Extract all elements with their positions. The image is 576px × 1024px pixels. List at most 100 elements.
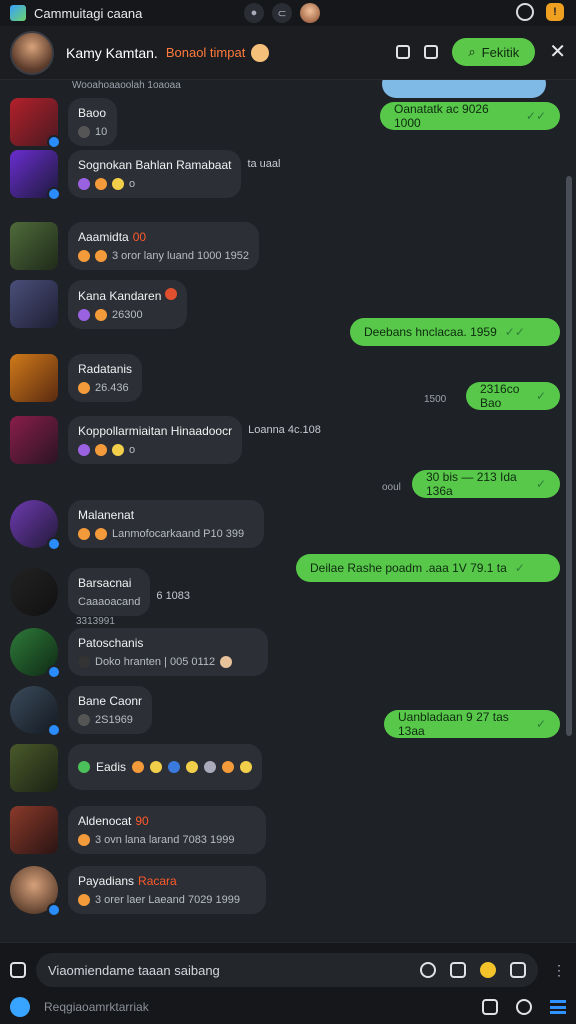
menu-icon[interactable] <box>550 1000 566 1014</box>
contact-avatar[interactable] <box>10 30 54 75</box>
search-button[interactable]: ⌕ Fekitik <box>452 38 536 66</box>
profile-icon[interactable]: ⊂ <box>272 3 292 23</box>
info-icon[interactable] <box>516 999 532 1015</box>
message-text: Caaaoacand <box>78 596 141 608</box>
avatar <box>10 98 61 149</box>
list-item[interactable]: Radatanis 26.436 <box>10 354 143 402</box>
avatar <box>10 500 61 551</box>
sender-name: Aaamidta <box>78 230 129 244</box>
message-bubble[interactable]: Bane Caonr 2S1969 <box>68 686 153 734</box>
emoji-icon[interactable] <box>10 962 26 978</box>
list-item[interactable]: Koppollarmiaitan Hinaadoocr o Loanna 4c.… <box>10 416 321 464</box>
subtext: 3313991 <box>76 616 115 627</box>
close-icon[interactable]: ✕ <box>549 42 566 62</box>
message-bubble[interactable]: Eadis <box>68 744 263 790</box>
lock-icon[interactable] <box>424 45 439 59</box>
list-item[interactable]: Eadis <box>10 744 263 792</box>
avatar <box>10 866 61 917</box>
list-item[interactable]: Aaamidta 00 3 oror lany luand 1000 1952 <box>10 222 259 270</box>
reaction-text: Loanna 4c.108 <box>248 424 321 436</box>
message-text: 26.436 <box>95 382 129 394</box>
mini-avatar[interactable] <box>300 3 320 23</box>
message-bubble[interactable]: Aldenocat 90 3 ovn lana larand 7083 1999 <box>68 806 266 854</box>
sender-name: Aldenocat <box>78 814 132 828</box>
attach-icon[interactable] <box>420 962 436 978</box>
outgoing-message[interactable]: Uanbladaan 9 27 tas 13aa ✓ <box>384 710 560 738</box>
list-item[interactable]: Payadians Racara 3 orer laer Laeand 7029 … <box>10 866 266 917</box>
avatar <box>10 568 58 616</box>
message-text: Deilae Rashe poadm .aaa 1V 79.1 ta <box>310 561 507 575</box>
chat-header: Kamy Kamtan. Bonaol timpat ⌕ Fekitik ✕ <box>0 26 576 80</box>
pen-icon[interactable] <box>10 997 30 1017</box>
list-item[interactable]: Bane Caonr 2S1969 <box>10 686 153 737</box>
avatar <box>10 686 61 737</box>
message-text: Lanmofocarkaand P10 399 <box>112 528 245 540</box>
avatar <box>10 150 61 201</box>
outgoing-message[interactable]: Oanatatk ac 9026 1000 ✓✓ <box>380 102 560 130</box>
more-icon[interactable]: ⋮ <box>552 962 566 979</box>
list-item[interactable]: Aldenocat 90 3 ovn lana larand 7083 1999 <box>10 806 266 854</box>
list-item[interactable]: Patoschanis Doko hranten | 005 0112 <box>10 628 268 679</box>
outgoing-message[interactable]: Deilae Rashe poadm .aaa 1V 79.1 ta ✓ <box>296 554 560 582</box>
status-bar: Cammuitagi caana ● ⊂ ! <box>0 0 576 26</box>
message-input[interactable]: Viaomiendame taaan saibang <box>36 953 538 987</box>
layout-icon[interactable] <box>482 999 498 1015</box>
search-label: Fekitik <box>481 44 520 60</box>
timestamp: 1500 <box>424 394 447 405</box>
sender-name: Baoo <box>78 106 107 120</box>
message-bubble[interactable]: Patoschanis Doko hranten | 005 0112 <box>68 628 268 676</box>
notification-icon[interactable]: ! <box>546 3 564 21</box>
reaction-text: 6 1083 <box>156 590 191 602</box>
smile-icon[interactable] <box>480 962 496 978</box>
outgoing-message[interactable]: 30 bis — 213 Ida 136a ✓ <box>412 470 560 498</box>
dot-icon[interactable]: ● <box>244 3 264 23</box>
list-item[interactable]: Sognokan Bahlan Ramabaat o ta uaal <box>10 150 281 201</box>
hot-badge: 90 <box>135 814 149 828</box>
message-bubble[interactable]: Aaamidta 00 3 oror lany luand 1000 1952 <box>68 222 259 270</box>
read-ticks-icon: ✓ <box>535 717 546 731</box>
message-bubble[interactable]: Kana Kandaren 26300 <box>68 280 187 329</box>
message-bubble[interactable]: Payadians Racara 3 orer laer Laeand 7029 … <box>68 866 266 914</box>
list-item[interactable]: Malanenat Lanmofocarkaand P10 399 <box>10 500 264 551</box>
list-item[interactable]: Barsacnai Caaaoacand 6 1083 <box>10 568 190 616</box>
sender-name: Payadians <box>78 874 135 888</box>
contact-name[interactable]: Kamy Kamtan. <box>66 45 158 61</box>
message-text: 3 oror lany luand 1000 1952 <box>112 250 249 262</box>
message-bubble[interactable]: Sognokan Bahlan Ramabaat o <box>68 150 242 198</box>
message-text: 30 bis — 213 Ida 136a <box>426 470 517 498</box>
outgoing-message[interactable]: 2316co Bao ✓ <box>466 382 560 410</box>
sender-name: Patoschanis <box>78 636 144 650</box>
message-bubble[interactable]: Baoo 10 <box>68 98 118 146</box>
outgoing-message[interactable]: Deebans hnclacaa. 1959 ✓✓ <box>350 318 560 346</box>
message-text: 3 orer laer Laeand 7029 1999 <box>95 894 240 906</box>
input-placeholder: Viaomiendame taaan saibang <box>48 962 220 978</box>
sender-name: Bane Caonr <box>78 694 143 708</box>
avatar <box>10 806 58 854</box>
message-text: 2316co Bao <box>480 382 520 410</box>
message-list[interactable]: Wooahoaaoolah 1oaoaa Baoo 10 Oanatatk ac… <box>0 80 576 942</box>
list-item[interactable]: Baoo 10 <box>10 98 118 149</box>
avatar <box>10 628 61 679</box>
reaction-text: ta uaal <box>247 158 281 170</box>
sender-name: Koppollarmiaitan Hinaadoocr <box>78 424 233 438</box>
emoji-icon <box>78 761 90 773</box>
avatar <box>10 744 58 792</box>
sticker-icon[interactable] <box>450 962 466 978</box>
hot-badge: Racara <box>138 874 177 888</box>
scrollbar[interactable] <box>566 176 572 736</box>
message-bubble[interactable]: Koppollarmiaitan Hinaadoocr o <box>68 416 243 464</box>
message-bubble[interactable]: Barsacnai Caaaoacand <box>68 568 151 616</box>
composer-hint: Reqgiaoamrktarriak <box>44 1000 149 1014</box>
chat-icon[interactable] <box>516 3 534 21</box>
avatar <box>10 280 58 328</box>
video-icon[interactable] <box>396 45 411 59</box>
shield-icon[interactable] <box>510 962 526 978</box>
list-item[interactable]: Kana Kandaren 26300 <box>10 280 187 329</box>
message-bubble[interactable]: Radatanis 26.436 <box>68 354 143 402</box>
message-bubble[interactable]: Malanenat Lanmofocarkaand P10 399 <box>68 500 264 548</box>
sender-name: Radatanis <box>78 362 133 376</box>
partial-row: Wooahoaaoolah 1oaoaa <box>72 80 181 91</box>
read-ticks-icon: ✓✓ <box>525 109 546 123</box>
avatar <box>10 354 58 402</box>
app-icon <box>10 5 26 21</box>
